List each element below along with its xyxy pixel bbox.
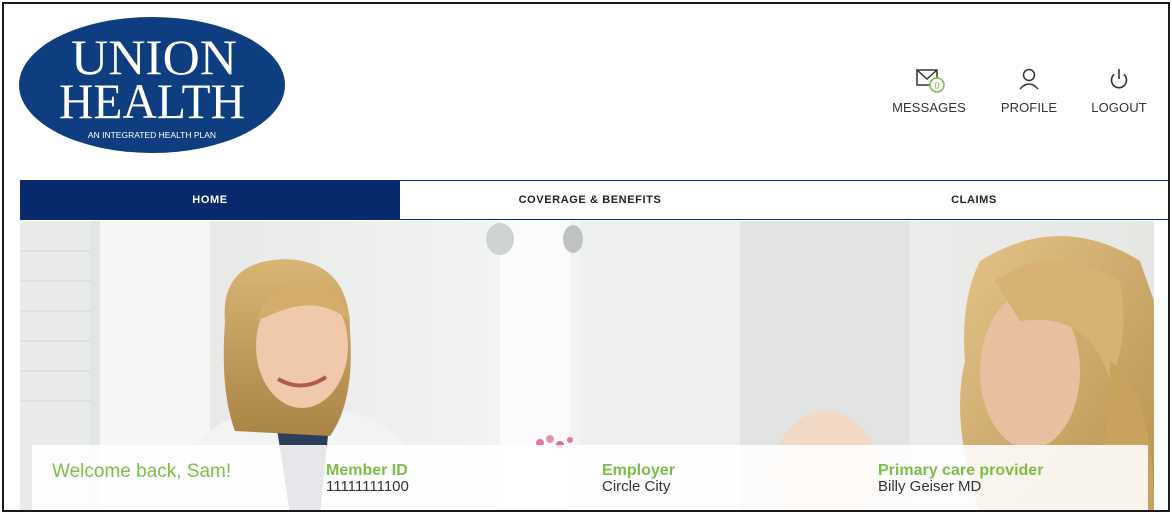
- employer-value: Circle City: [602, 478, 671, 495]
- member-id-field: Member ID 11111111100: [326, 463, 409, 495]
- logo-line2: HEALTH: [59, 73, 245, 129]
- welcome-message: Welcome back, Sam!: [52, 461, 232, 482]
- user-icon: [1019, 68, 1039, 90]
- member-id-value: 11111111100: [326, 478, 409, 495]
- profile-button[interactable]: PROFILE: [984, 66, 1074, 115]
- main-nav: HOME COVERAGE & BENEFITS CLAIMS: [20, 180, 1168, 220]
- member-info-panel: Welcome back, Sam! Member ID 11111111100…: [32, 445, 1148, 510]
- logo-tagline: AN INTEGRATED HEALTH PLAN: [88, 130, 216, 140]
- envelope-icon: 0: [916, 69, 945, 93]
- union-health-logo[interactable]: UNION HEALTH AN INTEGRATED HEALTH PLAN: [18, 16, 286, 154]
- tab-coverage-benefits[interactable]: COVERAGE & BENEFITS: [400, 181, 780, 219]
- member-id-label: Member ID: [326, 462, 408, 479]
- pcp-field: Primary care provider Billy Geiser MD: [878, 463, 1043, 495]
- profile-label: PROFILE: [1000, 100, 1058, 115]
- hero-banner: Welcome back, Sam! Member ID 11111111100…: [20, 221, 1154, 510]
- messages-button[interactable]: 0 MESSAGES: [884, 66, 974, 115]
- pcp-value[interactable]: Billy Geiser MD: [878, 479, 1043, 495]
- power-icon: [1110, 69, 1128, 89]
- messages-count-badge: 0: [934, 81, 939, 91]
- logout-button[interactable]: LOGOUT: [1074, 66, 1164, 115]
- messages-label: MESSAGES: [892, 100, 966, 115]
- site-header: UNION HEALTH AN INTEGRATED HEALTH PLAN 0…: [4, 4, 1168, 180]
- employer-field: Employer Circle City: [602, 463, 675, 495]
- logout-label: LOGOUT: [1091, 100, 1147, 115]
- employer-label: Employer: [602, 462, 675, 479]
- pcp-label: Primary care provider: [878, 462, 1044, 479]
- page-frame: UNION HEALTH AN INTEGRATED HEALTH PLAN 0…: [2, 2, 1170, 512]
- tab-claims[interactable]: CLAIMS: [780, 181, 1168, 219]
- tab-home[interactable]: HOME: [20, 181, 400, 219]
